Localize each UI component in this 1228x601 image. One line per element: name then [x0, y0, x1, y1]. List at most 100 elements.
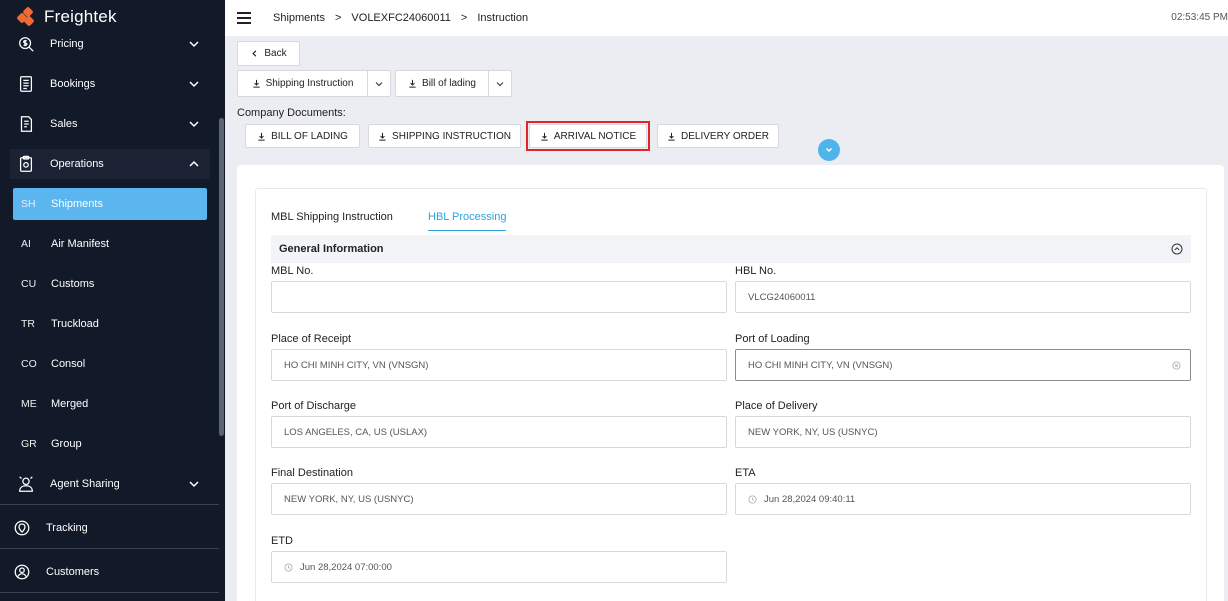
sidebar-item-merged[interactable]: ME Merged [13, 388, 207, 420]
sidebar-item-customers[interactable]: Customers [6, 557, 206, 587]
download-icon [409, 79, 416, 88]
sub-item-label: Merged [51, 398, 89, 410]
arrival-notice-doc-button[interactable]: ARRIVAL NOTICE [529, 124, 647, 148]
sidebar-item-consol[interactable]: CO Consol [13, 348, 207, 380]
sub-item-abbr: CU [21, 278, 37, 290]
chevron-down-icon [189, 81, 199, 88]
sidebar-item-label: Sales [50, 118, 78, 130]
sidebar-item-pricing[interactable]: Pricing [10, 29, 210, 59]
customers-icon [12, 562, 32, 582]
eta-value: Jun 28,2024 09:40:11 [764, 493, 856, 505]
tab-hbl-processing[interactable]: HBL Processing [428, 211, 507, 231]
sidebar-item-shipments[interactable]: SH Shipments [13, 188, 207, 220]
clock-icon [284, 562, 293, 572]
sidebar-divider [0, 592, 219, 593]
tab-mbl-shipping-instruction[interactable]: MBL Shipping Instruction [271, 211, 393, 231]
breadcrumb-shipment-id[interactable]: VOLEXFC24060011 [351, 12, 450, 24]
etd-label: ETD [271, 535, 293, 547]
breadcrumb: Shipments > VOLEXFC24060011 > Instructio… [273, 12, 528, 24]
collapse-icon[interactable] [1171, 243, 1183, 255]
port-of-discharge-input[interactable]: LOS ANGELES, CA, US (USLAX) [271, 416, 727, 448]
sidebar-item-label: Customers [46, 566, 100, 578]
sidebar-item-operations[interactable]: Operations [10, 149, 210, 179]
sub-item-abbr: SH [21, 198, 36, 210]
delivery-order-doc-button[interactable]: DELIVERY ORDER [657, 124, 779, 148]
port-of-loading-value: HO CHI MINH CITY, VN (VNSGN) [748, 359, 893, 371]
company-documents-label: Company Documents: [237, 107, 346, 119]
download-icon [668, 132, 675, 141]
hamburger-menu-icon[interactable] [237, 12, 251, 24]
sub-item-abbr: CO [21, 358, 37, 370]
sidebar-item-customs[interactable]: CU Customs [13, 268, 207, 300]
shipping-instruction-label: Shipping Instruction [265, 78, 354, 89]
expand-button[interactable] [818, 139, 840, 161]
tracking-icon [12, 518, 32, 538]
sidebar-item-bookings[interactable]: Bookings [10, 69, 210, 99]
mbl-no-label: MBL No. [271, 265, 314, 277]
doc-button-label: DELIVERY ORDER [681, 130, 769, 142]
app-logo[interactable]: Freightek [16, 5, 117, 29]
hbl-no-label: HBL No. [735, 265, 777, 277]
doc-button-label: BILL OF LADING [271, 130, 348, 142]
back-button[interactable]: Back [237, 41, 300, 66]
breadcrumb-instruction: Instruction [477, 12, 529, 24]
etd-value: Jun 28,2024 07:00:00 [300, 561, 392, 573]
download-icon [252, 79, 260, 88]
agent-sharing-icon [16, 474, 36, 494]
section-title: General Information [279, 243, 384, 255]
breadcrumb-separator: > [460, 12, 468, 24]
chevron-down-icon [375, 81, 383, 86]
port-of-loading-input[interactable]: HO CHI MINH CITY, VN (VNSGN) [735, 349, 1191, 381]
chevron-down-icon [189, 41, 199, 48]
app-name: Freightek [44, 7, 117, 26]
bill-of-lading-doc-button[interactable]: BILL OF LADING [245, 124, 360, 148]
operations-icon [16, 154, 36, 174]
port-of-discharge-label: Port of Discharge [271, 400, 356, 412]
sidebar-divider [0, 548, 219, 549]
final-destination-input[interactable]: NEW YORK, NY, US (USNYC) [271, 483, 727, 515]
sub-item-label: Customs [51, 278, 95, 290]
download-icon [258, 132, 265, 141]
download-icon [379, 132, 386, 141]
hbl-no-input[interactable]: VLCG24060011 [735, 281, 1191, 313]
bill-of-lading-button[interactable]: Bill of lading [395, 70, 489, 97]
sub-item-label: Truckload [51, 318, 99, 330]
clear-icon[interactable] [1172, 361, 1181, 370]
general-information-header[interactable]: General Information [271, 235, 1191, 263]
mbl-no-input[interactable] [271, 281, 727, 313]
freightek-logo-icon [16, 6, 38, 27]
shipping-instruction-button[interactable]: Shipping Instruction [237, 70, 368, 97]
place-of-delivery-label: Place of Delivery [735, 400, 818, 412]
place-of-receipt-input[interactable]: HO CHI MINH CITY, VN (VNSGN) [271, 349, 727, 381]
etd-input[interactable]: Jun 28,2024 07:00:00 [271, 551, 727, 583]
sidebar-item-tracking[interactable]: Tracking [6, 513, 206, 543]
sub-item-abbr: ME [21, 398, 37, 410]
shipping-instruction-dropdown[interactable] [367, 70, 391, 97]
sidebar-item-label: Pricing [50, 38, 84, 50]
sidebar-item-label: Agent Sharing [50, 478, 120, 490]
sidebar-item-group[interactable]: GR Group [13, 428, 207, 460]
place-of-receipt-label: Place of Receipt [271, 333, 352, 345]
bill-of-lading-dropdown[interactable] [488, 70, 512, 97]
sidebar-item-label: Tracking [46, 522, 88, 534]
sales-icon [16, 114, 36, 134]
eta-input[interactable]: Jun 28,2024 09:40:11 [735, 483, 1191, 515]
shipping-instruction-doc-button[interactable]: SHIPPING INSTRUCTION [368, 124, 521, 148]
sidebar-item-air-manifest[interactable]: AI Air Manifest [13, 228, 207, 260]
clock: 02:53:45 PM [1171, 12, 1228, 23]
place-of-delivery-input[interactable]: NEW YORK, NY, US (USNYC) [735, 416, 1191, 448]
eta-label: ETA [735, 467, 756, 479]
breadcrumb-separator: > [334, 12, 342, 24]
sub-item-label: Air Manifest [51, 238, 110, 250]
breadcrumb-shipments[interactable]: Shipments [273, 12, 325, 24]
sidebar-item-sales[interactable]: Sales [10, 109, 210, 139]
sub-item-abbr: GR [21, 438, 37, 450]
sub-item-label: Group [51, 438, 82, 450]
sub-item-label: Shipments [51, 198, 103, 210]
sidebar-item-agent-sharing[interactable]: Agent Sharing [10, 469, 210, 499]
sidebar-scrollbar[interactable] [219, 118, 224, 436]
chevron-up-icon [189, 160, 199, 167]
doc-button-label: ARRIVAL NOTICE [553, 130, 637, 142]
clock-icon [748, 494, 757, 504]
sidebar-item-truckload[interactable]: TR Truckload [13, 308, 207, 340]
